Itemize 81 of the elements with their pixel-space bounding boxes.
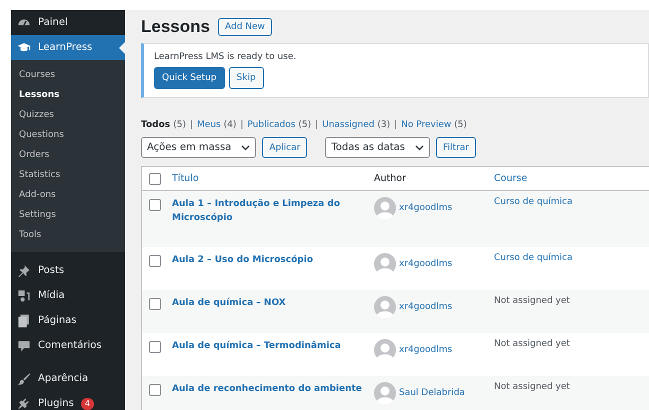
lesson-title-link[interactable]: Aula de química – NOX (172, 296, 374, 333)
quick-setup-button[interactable]: Quick Setup (154, 67, 225, 89)
course-link[interactable]: Curso de química (494, 253, 649, 290)
avatar-icon (374, 253, 396, 275)
course-status: Not assigned yet (494, 382, 571, 394)
submenu-item[interactable]: Add-ons (11, 185, 125, 205)
column-header: Author (374, 173, 407, 184)
menu-label: Posts (38, 265, 64, 276)
lesson-title-link[interactable]: Aula de reconhecimento do ambiente (172, 382, 374, 410)
bulk-actions-dropdown[interactable]: Ações em massa (141, 137, 256, 158)
select-all-checkbox[interactable] (149, 172, 161, 184)
comment-icon (17, 338, 31, 352)
avatar-icon (374, 296, 396, 318)
row-checkbox[interactable] (149, 255, 161, 267)
media-icon (17, 288, 31, 302)
view-separator: | (240, 120, 244, 130)
chevron-down-icon (241, 144, 250, 150)
update-count-badge: 4 (80, 398, 94, 410)
column-header[interactable]: Course (494, 173, 649, 184)
author-link[interactable]: xr4goodlms (399, 259, 452, 269)
status-filter-link[interactable]: Meus (4) (197, 120, 236, 130)
sidebar-menu-item[interactable]: Posts (11, 258, 125, 283)
menu-label: Aparência (38, 373, 88, 384)
sidebar-menu-item[interactable]: Painel (11, 10, 125, 35)
submenu-item[interactable]: Statistics (11, 165, 125, 185)
author-link[interactable]: xr4goodlms (399, 302, 452, 312)
status-filter-link[interactable]: Unassigned (3) (322, 120, 390, 130)
lesson-title-link[interactable]: Aula 2 – Uso do Microscópio (172, 253, 374, 290)
apply-button[interactable]: Aplicar (262, 137, 308, 158)
submenu-item[interactable]: Courses (11, 65, 125, 85)
sidebar-menu-item[interactable]: Mídia (11, 283, 125, 308)
row-checkbox[interactable] (149, 199, 161, 211)
submenu-item[interactable]: Quizzes (11, 105, 125, 125)
plug-icon (17, 396, 31, 410)
row-checkbox[interactable] (149, 341, 161, 353)
add-new-button[interactable]: Add New (218, 18, 272, 36)
menu-label: Comentários (38, 340, 102, 351)
lesson-title-link[interactable]: Aula 1 – Introdução e Limpeza do Microscópio (172, 197, 374, 247)
course-status: Not assigned yet (494, 339, 571, 351)
row-checkbox[interactable] (149, 298, 161, 310)
sidebar-menu-item[interactable]: Aparência (11, 366, 125, 391)
brush-icon (17, 372, 31, 386)
menu-label: Mídia (38, 290, 65, 301)
course-status: Not assigned yet (494, 296, 571, 308)
avatar-icon (374, 382, 396, 404)
avatar-icon (374, 197, 396, 219)
row-checkbox[interactable] (149, 384, 161, 396)
menu-label: Plugins (38, 398, 74, 409)
submenu-item[interactable]: Settings (11, 205, 125, 225)
notice-message: LearnPress LMS is ready to use. (154, 52, 296, 62)
pin-icon (17, 264, 31, 278)
view-separator: | (394, 120, 398, 130)
author-link[interactable]: Saul Delabrida (399, 388, 465, 398)
status-filter-link[interactable]: Publicados (5) (247, 120, 312, 130)
menu-label: Painel (38, 17, 68, 28)
author-link[interactable]: xr4goodlms (399, 203, 452, 213)
sidebar-menu-item[interactable]: LearnPress (11, 35, 125, 60)
view-separator: | (315, 120, 318, 130)
column-header[interactable]: Título (172, 173, 374, 184)
menu-label: Páginas (38, 315, 77, 326)
author-link[interactable]: xr4goodlms (399, 345, 452, 355)
course-link[interactable]: Curso de química (494, 197, 649, 247)
avatar-icon (374, 339, 396, 361)
filter-button[interactable]: Filtrar (436, 137, 476, 158)
chevron-down-icon (415, 144, 424, 150)
view-separator: | (190, 120, 194, 130)
date-filter-dropdown[interactable]: Todas as datas (325, 137, 430, 158)
pages-icon (17, 314, 31, 328)
submenu-item[interactable]: Lessons (11, 85, 125, 105)
sidebar-menu-item[interactable]: Plugins 4 (11, 391, 125, 410)
skip-button[interactable]: Skip (228, 67, 264, 89)
status-filter-link[interactable]: Todos (5) (141, 120, 186, 130)
sidebar-menu-item[interactable]: Páginas (11, 308, 125, 333)
lesson-title-link[interactable]: Aula de química – Termodinâmica (172, 339, 374, 376)
page-title: Lessons (141, 17, 210, 37)
status-filter-link[interactable]: No Preview (5) (401, 120, 467, 130)
submenu-item[interactable]: Questions (11, 125, 125, 145)
menu-label: LearnPress (38, 42, 92, 53)
submenu-item[interactable]: Orders (11, 145, 125, 165)
submenu-item[interactable]: Tools (11, 225, 125, 245)
sidebar-menu-item[interactable]: Comentários (11, 333, 125, 358)
